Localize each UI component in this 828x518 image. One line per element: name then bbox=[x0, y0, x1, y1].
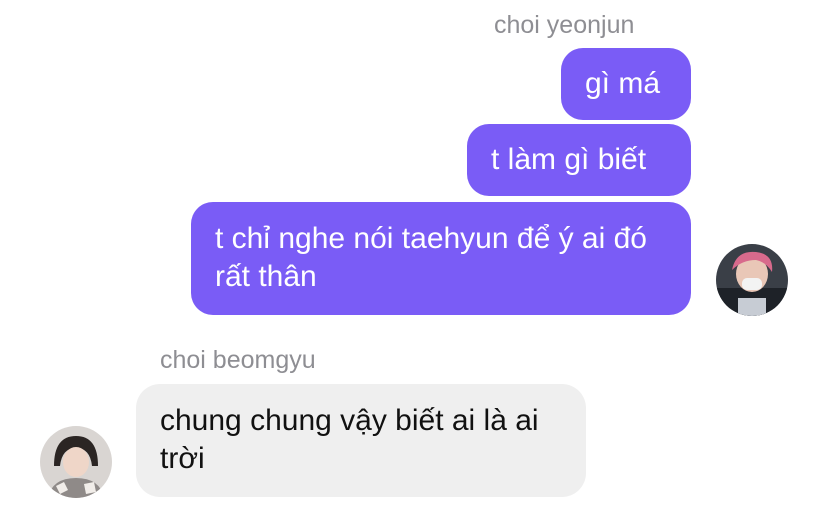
profile-photo-icon bbox=[716, 244, 788, 316]
avatar-yeonjun[interactable] bbox=[716, 244, 788, 316]
message-bubble[interactable]: gì má bbox=[561, 48, 691, 120]
sender-name-beomgyu: choi beomgyu bbox=[160, 346, 316, 374]
profile-photo-icon bbox=[40, 426, 112, 498]
sender-name-yeonjun: choi yeonjun bbox=[494, 11, 635, 39]
message-bubble[interactable]: t làm gì biết bbox=[467, 124, 691, 196]
message-bubble[interactable]: t chỉ nghe nói taehyun để ý ai đó rất th… bbox=[191, 202, 691, 315]
avatar-beomgyu[interactable] bbox=[40, 426, 112, 498]
message-bubble[interactable]: chung chung vậy biết ai là ai trời bbox=[136, 384, 586, 497]
